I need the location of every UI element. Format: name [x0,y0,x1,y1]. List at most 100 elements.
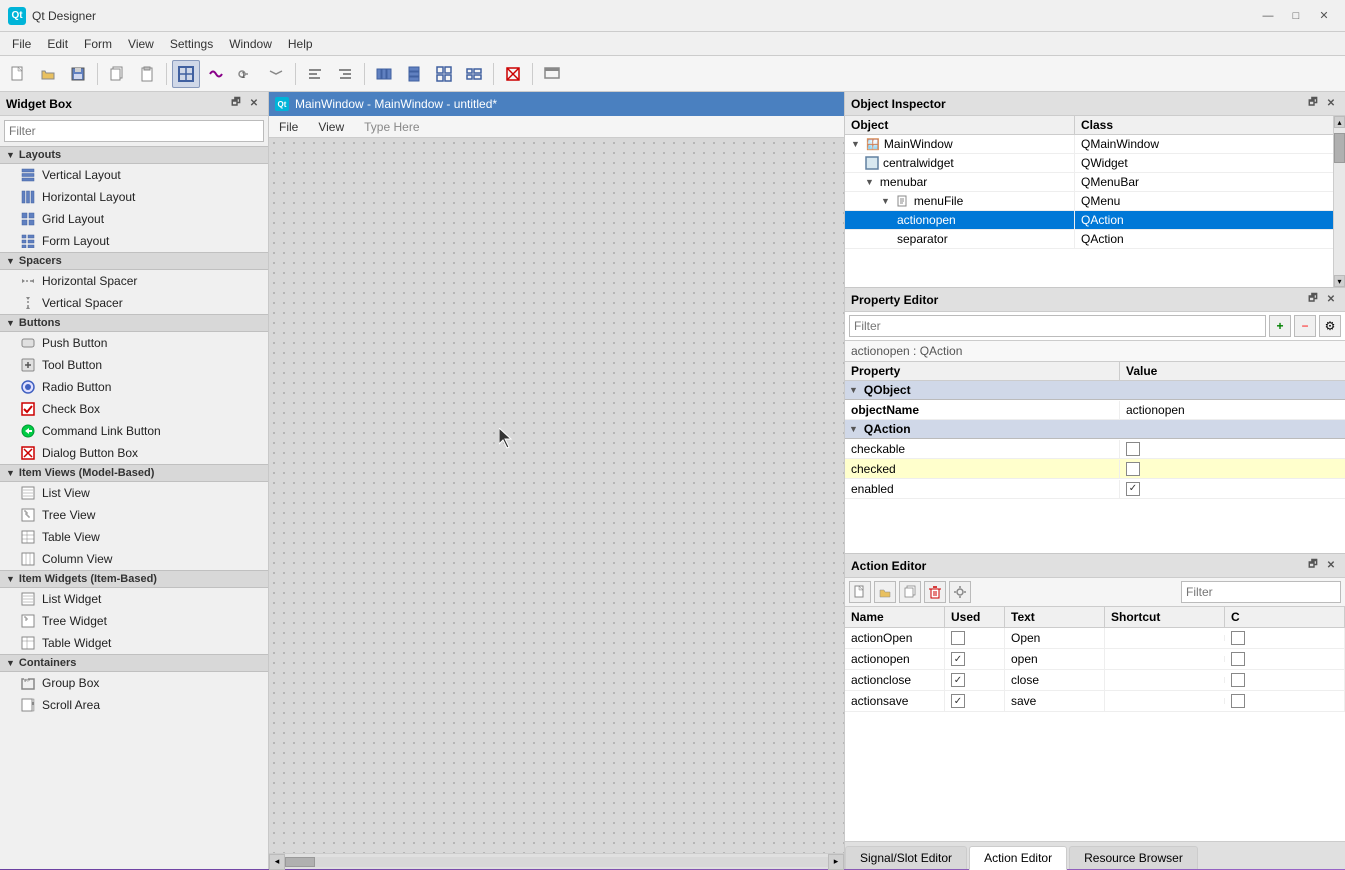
toolbar-paste-button[interactable] [133,60,161,88]
ae-row-actionclose[interactable]: actionclose close [845,670,1345,691]
pe-val-checked[interactable] [1120,460,1345,478]
widget-vertical-spacer[interactable]: Vertical Spacer [0,292,268,314]
widget-form-layout[interactable]: Form Layout [0,230,268,252]
toolbar-layout-h-button[interactable] [370,60,398,88]
maximize-button[interactable]: □ [1283,7,1309,25]
widget-tree-widget[interactable]: Tree Widget [0,610,268,632]
toolbar-layout-g-button[interactable] [430,60,458,88]
widget-tool-button[interactable]: Tool Button [0,354,268,376]
ae-used-3[interactable] [951,673,965,687]
pe-close-button[interactable]: ✕ [1323,292,1339,308]
canvas-menu-file[interactable]: File [269,118,308,136]
toolbar-align-right-button[interactable] [331,60,359,88]
widget-table-view[interactable]: Table View [0,526,268,548]
tab-action-editor[interactable]: Action Editor [969,846,1067,870]
pe-configure-button[interactable]: ⚙ [1319,315,1341,337]
menu-settings[interactable]: Settings [162,35,221,53]
oi-close-button[interactable]: ✕ [1323,96,1339,112]
menu-view[interactable]: View [120,35,162,53]
menu-form[interactable]: Form [76,35,120,53]
widget-command-link-button[interactable]: Command Link Button [0,420,268,442]
toolbar-break-layout-button[interactable] [499,60,527,88]
qobject-expand[interactable]: ▼ [849,385,858,395]
toolbar-align-left-button[interactable] [301,60,329,88]
pe-val-checkable[interactable] [1120,440,1345,458]
menu-window[interactable]: Window [221,35,280,53]
widget-table-widget[interactable]: Table Widget [0,632,268,654]
oi-scroll-down[interactable]: ▾ [1334,275,1345,287]
checked-checkbox[interactable] [1126,462,1140,476]
pe-remove-button[interactable]: − [1294,315,1316,337]
canvas-drawing-area[interactable] [269,138,844,853]
widget-box-float-button[interactable]: 🗗 [228,96,244,112]
minimize-button[interactable]: — [1255,7,1281,25]
category-item-views[interactable]: ▼ Item Views (Model-Based) [0,464,268,482]
ae-close-button[interactable]: ✕ [1323,558,1339,574]
pe-float-button[interactable]: 🗗 [1305,292,1321,308]
widget-push-button[interactable]: Push Button [0,332,268,354]
oi-row-menufile[interactable]: ▼ menuFile QMenu [845,192,1333,211]
ae-check-3[interactable] [1231,673,1245,687]
category-buttons[interactable]: ▼ Buttons [0,314,268,332]
ae-used-1[interactable] [951,631,965,645]
toolbar-signal-slot-button[interactable] [202,60,230,88]
qaction-expand[interactable]: ▼ [849,424,858,434]
oi-scroll-up[interactable]: ▴ [1334,116,1345,128]
pe-add-button[interactable]: + [1269,315,1291,337]
ae-check-4[interactable] [1231,694,1245,708]
hscroll-thumb[interactable] [285,857,315,867]
oi-row-separator[interactable]: separator QAction [845,230,1333,249]
menufile-expand[interactable]: ▼ [881,196,890,206]
tab-resource-browser[interactable]: Resource Browser [1069,846,1198,869]
category-item-widgets[interactable]: ▼ Item Widgets (Item-Based) [0,570,268,588]
toolbar-open-button[interactable] [34,60,62,88]
widget-column-view[interactable]: Column View [0,548,268,570]
oi-row-menubar[interactable]: ▼ menubar QMenuBar [845,173,1333,192]
tab-signal-slot-editor[interactable]: Signal/Slot Editor [845,846,967,869]
ae-check-1[interactable] [1231,631,1245,645]
pe-filter-input[interactable] [849,315,1266,337]
ae-open-button[interactable] [874,581,896,603]
canvas-menu-view[interactable]: View [308,118,354,136]
pe-val-enabled[interactable] [1120,480,1345,498]
menu-file[interactable]: File [4,35,39,53]
ae-delete-button[interactable] [924,581,946,603]
widget-tree-view[interactable]: Tree View [0,504,268,526]
toolbar-tab-order-button[interactable]: 1 [232,60,260,88]
widget-box-filter-input[interactable] [4,120,264,142]
oi-row-mainwindow[interactable]: ▼ 🪟 MainWindow QMainWindow [845,135,1333,154]
toolbar-layout-form-button[interactable] [460,60,488,88]
pe-row-checkable[interactable]: checkable [845,439,1345,459]
ae-used-2[interactable] [951,652,965,666]
ae-check-2[interactable] [1231,652,1245,666]
widget-grid-layout[interactable]: Grid Layout [0,208,268,230]
oi-vertical-scrollbar[interactable]: ▴ ▾ [1333,116,1345,287]
mainwindow-expand[interactable]: ▼ [851,139,860,149]
ae-settings-button[interactable] [949,581,971,603]
ae-row-actionsave[interactable]: actionsave save [845,691,1345,712]
widget-scroll-area[interactable]: Scroll Area [0,694,268,716]
menu-edit[interactable]: Edit [39,35,76,53]
widget-dialog-button-box[interactable]: Dialog Button Box [0,442,268,464]
pe-row-enabled[interactable]: enabled [845,479,1345,499]
ae-row-actionopen[interactable]: actionopen open [845,649,1345,670]
widget-horizontal-spacer[interactable]: Horizontal Spacer [0,270,268,292]
widget-vertical-layout[interactable]: Vertical Layout [0,164,268,186]
ae-filter-input[interactable] [1181,581,1341,603]
oi-float-button[interactable]: 🗗 [1305,96,1321,112]
toolbar-copy-button[interactable] [103,60,131,88]
widget-list-view[interactable]: List View [0,482,268,504]
ae-copy-button[interactable] [899,581,921,603]
close-button[interactable]: ✕ [1311,7,1337,25]
toolbar-layout-v-button[interactable] [400,60,428,88]
toolbar-new-button[interactable] [4,60,32,88]
ae-row-actionopen-upper[interactable]: actionOpen Open [845,628,1345,649]
menu-help[interactable]: Help [280,35,321,53]
hscroll-track[interactable] [285,857,828,867]
enabled-checkbox[interactable] [1126,482,1140,496]
toolbar-save-button[interactable] [64,60,92,88]
hscroll-left-arrow[interactable]: ◂ [269,854,285,870]
oi-scroll-thumb[interactable] [1334,133,1345,163]
oi-row-centralwidget[interactable]: centralwidget QWidget [845,154,1333,173]
category-spacers[interactable]: ▼ Spacers [0,252,268,270]
